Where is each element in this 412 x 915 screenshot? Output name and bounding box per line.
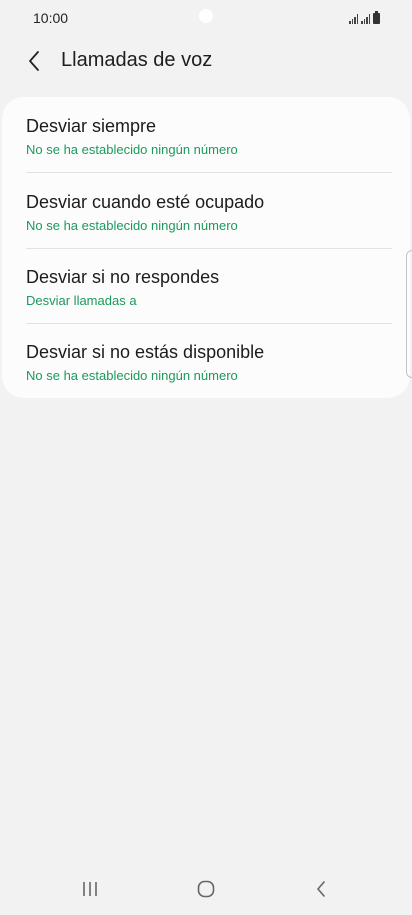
status-bar: 10:00 xyxy=(0,0,412,36)
chevron-left-icon xyxy=(29,51,39,71)
recents-icon xyxy=(83,882,97,896)
signal-icon xyxy=(349,14,358,24)
home-icon xyxy=(197,880,215,898)
status-time: 10:00 xyxy=(33,10,69,26)
setting-title: Desviar siempre xyxy=(26,116,157,136)
nav-back-button[interactable] xyxy=(301,876,341,902)
setting-title: Desviar cuando esté ocupado xyxy=(26,192,265,212)
back-button[interactable] xyxy=(18,46,50,76)
scrollbar[interactable] xyxy=(406,250,412,378)
setting-subtitle: No se ha establecido ningún número xyxy=(26,142,238,157)
setting-subtitle: Desviar llamadas a xyxy=(26,293,137,308)
page-title: Llamadas de voz xyxy=(61,49,213,71)
setting-forward-unreachable[interactable]: Desviar si no estás disponible No se ha … xyxy=(2,323,410,398)
app-bar: Llamadas de voz xyxy=(0,40,412,82)
front-camera xyxy=(199,9,213,23)
setting-subtitle: No se ha establecido ningún número xyxy=(26,368,238,383)
home-button[interactable] xyxy=(186,876,226,902)
recents-button[interactable] xyxy=(70,876,110,902)
signal-icon xyxy=(361,14,370,24)
setting-title: Desviar si no respondes xyxy=(26,267,220,287)
setting-forward-when-busy[interactable]: Desviar cuando esté ocupado No se ha est… xyxy=(2,173,410,248)
status-icons xyxy=(349,11,380,24)
navigation-bar xyxy=(0,862,412,915)
setting-always-forward[interactable]: Desviar siempre No se ha establecido nin… xyxy=(2,97,410,172)
setting-forward-no-answer[interactable]: Desviar si no respondes Desviar llamadas… xyxy=(2,248,410,323)
setting-title: Desviar si no estás disponible xyxy=(26,342,265,362)
setting-subtitle: No se ha establecido ningún número xyxy=(26,218,238,233)
battery-icon xyxy=(373,11,380,24)
settings-card: Desviar siempre No se ha establecido nin… xyxy=(2,97,410,398)
back-icon xyxy=(317,881,325,897)
